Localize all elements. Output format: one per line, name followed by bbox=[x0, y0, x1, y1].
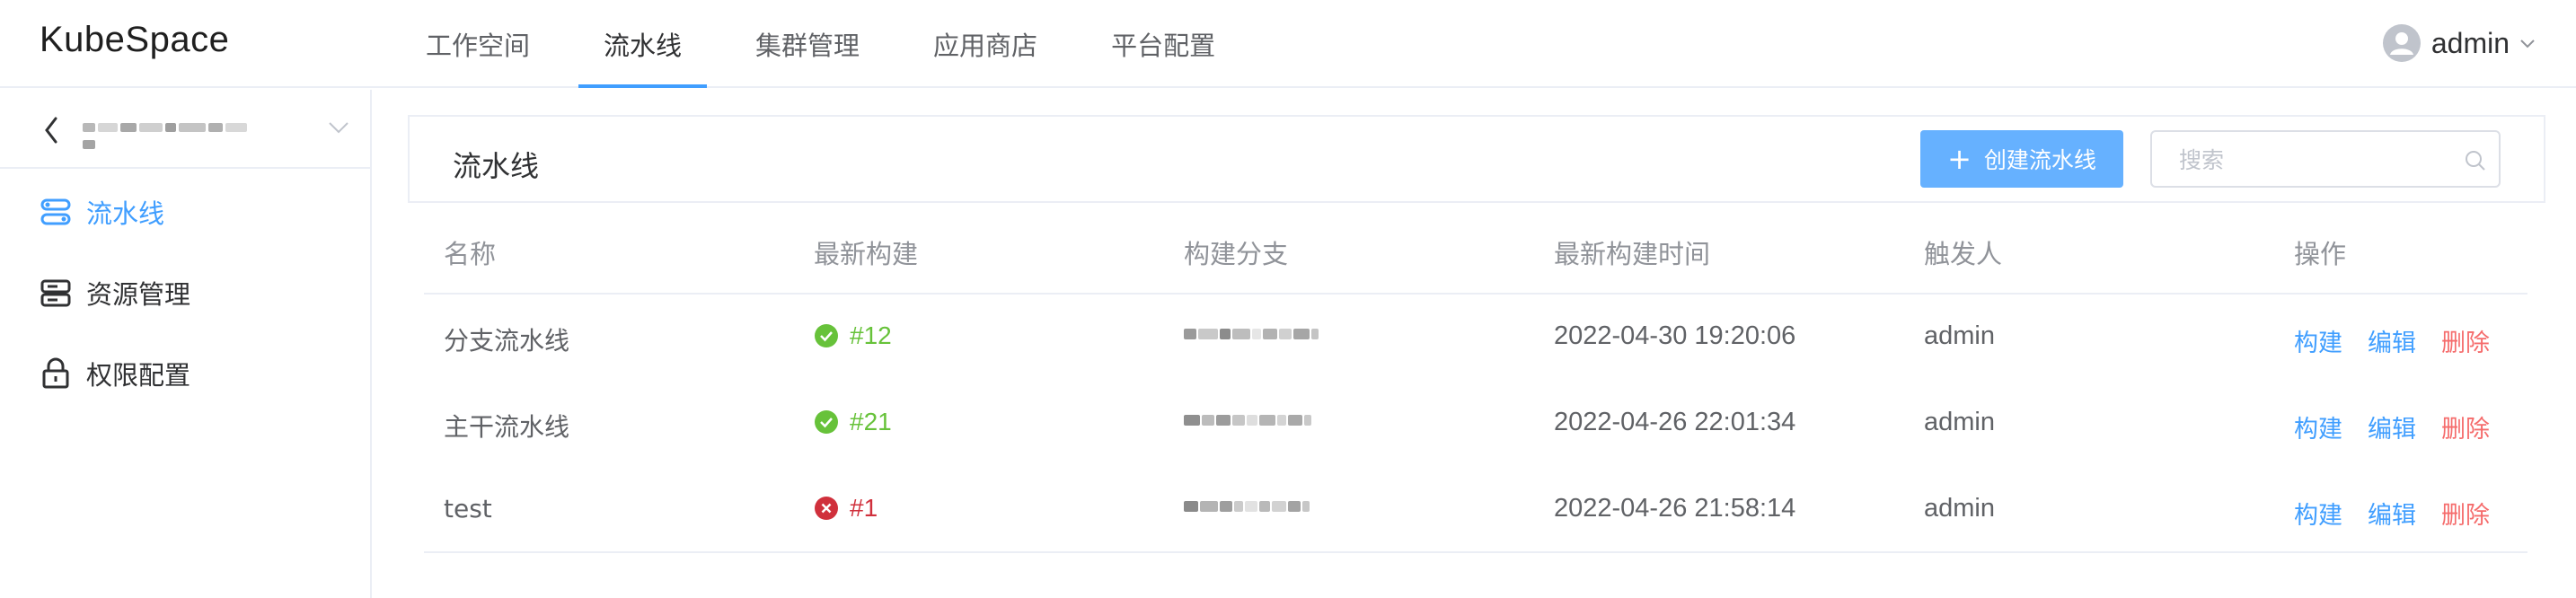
create-pipeline-label: 创建流水线 bbox=[1983, 147, 2096, 173]
nav-platform-config[interactable]: 平台配置 bbox=[1086, 0, 1240, 88]
nav-app-store[interactable]: 应用商店 bbox=[908, 0, 1063, 88]
app-logo[interactable]: KubeSpace bbox=[40, 20, 229, 60]
success-check-icon bbox=[815, 324, 838, 347]
latest-build[interactable]: #21 bbox=[814, 408, 892, 436]
delete-button[interactable]: 删除 bbox=[2441, 409, 2490, 444]
table-row: 分支流水线 #12 2022-04-30 19:20:06 admin 构建 编… bbox=[424, 295, 2527, 381]
avatar-icon bbox=[2382, 24, 2421, 62]
success-check-icon bbox=[815, 410, 838, 434]
delete-button[interactable]: 删除 bbox=[2441, 323, 2490, 358]
user-name: admin bbox=[2430, 26, 2510, 59]
error-x-icon bbox=[815, 497, 838, 520]
sidebar-item-label: 资源管理 bbox=[86, 279, 191, 310]
build-time: 2022-04-30 19:20:06 bbox=[1554, 321, 1796, 350]
col-build-time: 最新构建时间 bbox=[1554, 239, 1711, 269]
chevron-down-icon bbox=[2520, 40, 2535, 48]
sidebar-item-label: 流水线 bbox=[86, 198, 165, 229]
pipeline-name[interactable]: 主干流水线 bbox=[444, 408, 569, 444]
trigger-user: admin bbox=[1924, 494, 1995, 523]
sidebar-item-pipeline[interactable]: 流水线 bbox=[0, 176, 370, 248]
build-button[interactable]: 构建 bbox=[2294, 323, 2342, 358]
build-button[interactable]: 构建 bbox=[2294, 409, 2342, 444]
search-input[interactable] bbox=[2179, 145, 2448, 175]
chevron-left-icon[interactable] bbox=[40, 115, 65, 145]
edit-button[interactable]: 编辑 bbox=[2368, 409, 2416, 444]
col-trigger: 触发人 bbox=[1924, 239, 2003, 269]
lock-icon bbox=[42, 357, 69, 389]
pipeline-name[interactable]: test bbox=[444, 494, 492, 523]
sidebar-item-permissions[interactable]: 权限配置 bbox=[0, 338, 370, 409]
latest-build[interactable]: #1 bbox=[814, 494, 878, 523]
pipeline-table: 名称 最新构建 构建分支 最新构建时间 触发人 操作 分支流水线 #12 202… bbox=[424, 203, 2527, 553]
sidebar-item-label: 权限配置 bbox=[86, 360, 191, 391]
build-time: 2022-04-26 21:58:14 bbox=[1554, 494, 1796, 523]
col-name: 名称 bbox=[444, 239, 497, 269]
build-number: #12 bbox=[850, 321, 892, 349]
nav-pipeline[interactable]: 流水线 bbox=[578, 0, 708, 88]
sidebar-item-resources[interactable]: 资源管理 bbox=[0, 257, 370, 329]
trigger-user: admin bbox=[1924, 408, 1995, 436]
trigger-user: admin bbox=[1924, 321, 1995, 350]
nav-cluster[interactable]: 集群管理 bbox=[730, 0, 885, 88]
search-icon[interactable] bbox=[2463, 148, 2488, 173]
table-row: test #1 2022-04-26 21:58:14 admin 构建 编辑 … bbox=[424, 467, 2527, 553]
table-header: 名称 最新构建 构建分支 最新构建时间 触发人 操作 bbox=[424, 203, 2527, 295]
branch-redacted bbox=[1184, 321, 1320, 347]
page-title: 流水线 bbox=[453, 149, 540, 183]
build-button[interactable]: 构建 bbox=[2294, 496, 2342, 531]
pipeline-name[interactable]: 分支流水线 bbox=[444, 321, 569, 357]
chevron-down-icon[interactable] bbox=[327, 119, 350, 136]
col-branch: 构建分支 bbox=[1184, 239, 1289, 269]
delete-button[interactable]: 删除 bbox=[2441, 496, 2490, 531]
project-selector[interactable] bbox=[0, 90, 370, 169]
top-navbar: KubeSpace 工作空间 流水线 集群管理 应用商店 平台配置 admin bbox=[0, 0, 2576, 88]
nav-workspace[interactable]: 工作空间 bbox=[401, 0, 555, 88]
build-number: #21 bbox=[850, 408, 892, 435]
latest-build[interactable]: #12 bbox=[814, 321, 892, 350]
sidebar: 流水线 资源管理 权限配置 bbox=[0, 90, 372, 598]
col-latest-build: 最新构建 bbox=[814, 239, 919, 269]
edit-button[interactable]: 编辑 bbox=[2368, 496, 2416, 531]
user-menu[interactable]: admin bbox=[2382, 23, 2536, 63]
project-name-redacted bbox=[83, 119, 255, 149]
table-row: 主干流水线 #21 2022-04-26 22:01:34 admin 构建 编… bbox=[424, 381, 2527, 467]
edit-button[interactable]: 编辑 bbox=[2368, 323, 2416, 358]
pipeline-icon bbox=[40, 198, 71, 225]
search-box[interactable] bbox=[2150, 130, 2501, 188]
plus-icon: + bbox=[1947, 142, 1972, 176]
branch-redacted bbox=[1184, 494, 1311, 519]
create-pipeline-button[interactable]: + 创建流水线 bbox=[1920, 130, 2123, 188]
build-time: 2022-04-26 22:01:34 bbox=[1554, 408, 1796, 436]
main-nav: 工作空间 流水线 集群管理 应用商店 平台配置 bbox=[401, 0, 1264, 88]
server-icon bbox=[40, 279, 71, 307]
build-number: #1 bbox=[850, 494, 878, 522]
branch-redacted bbox=[1184, 408, 1313, 433]
col-actions: 操作 bbox=[2294, 239, 2347, 269]
pipeline-panel-header: 流水线 + 创建流水线 bbox=[408, 115, 2545, 203]
